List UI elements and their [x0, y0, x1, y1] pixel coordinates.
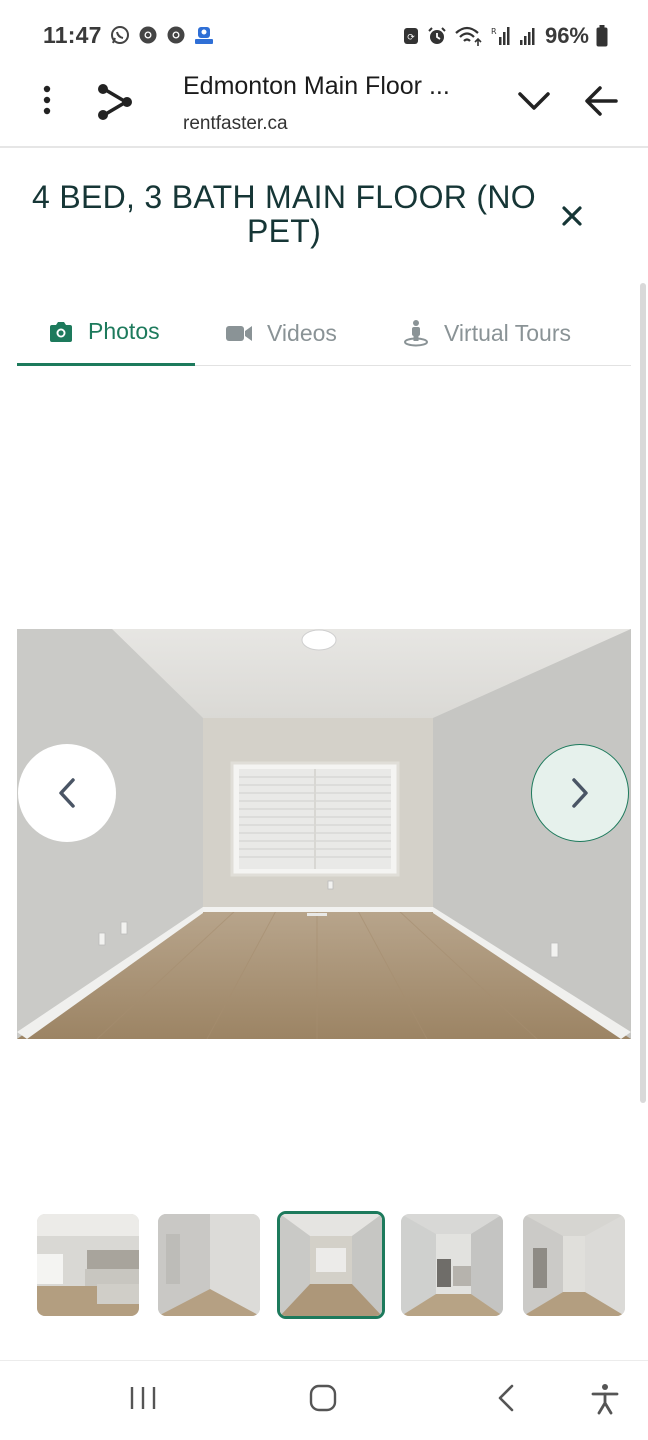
recent-apps-icon	[130, 1387, 156, 1409]
media-tabs: Photos Videos Virtual Tours	[17, 300, 631, 366]
scrollbar[interactable]	[640, 283, 646, 1103]
tab-videos-label: Videos	[267, 319, 337, 346]
share-icon	[98, 84, 132, 120]
thumbnail[interactable]	[158, 1214, 260, 1316]
page-url: rentfaster.ca	[183, 113, 288, 134]
tab-virtual-tours-label: Virtual Tours	[444, 319, 571, 346]
page-title: Edmonton Main Floor ...	[183, 72, 450, 100]
thumbnail-image	[401, 1214, 503, 1316]
camera-icon	[50, 321, 72, 342]
main-photo	[17, 629, 631, 1039]
previous-photo-button[interactable]	[18, 744, 116, 842]
thumbnail-strip	[37, 1211, 637, 1319]
signal-icon	[519, 28, 535, 45]
next-photo-button[interactable]	[531, 744, 629, 842]
more-options-button[interactable]	[30, 84, 64, 118]
home-button[interactable]	[308, 1383, 338, 1418]
close-button[interactable]	[556, 200, 588, 232]
chevron-left-icon	[59, 778, 75, 808]
arrow-left-icon	[585, 86, 618, 116]
room-image	[17, 629, 631, 1039]
system-back-button[interactable]	[492, 1383, 522, 1418]
accessibility-button[interactable]	[590, 1383, 620, 1420]
battery-icon	[596, 25, 608, 47]
app-notification-icon	[195, 27, 213, 44]
thumbnail-image	[280, 1214, 382, 1316]
battery-saver-icon: ⟳	[403, 28, 418, 44]
svg-text:R: R	[491, 27, 497, 36]
accessibility-icon	[591, 1384, 619, 1415]
thumbnail-image	[523, 1214, 625, 1316]
tab-virtual-tours[interactable]: Virtual Tours	[402, 300, 571, 366]
thumbnail-image	[37, 1214, 139, 1316]
video-camera-icon	[226, 326, 252, 341]
tab-photos[interactable]: Photos	[17, 300, 195, 366]
thumbnail[interactable]	[523, 1214, 625, 1316]
thumbnail-image	[158, 1214, 260, 1316]
chevron-right-icon	[572, 778, 588, 808]
thumbnail[interactable]	[401, 1214, 503, 1316]
thumbnail-active[interactable]	[277, 1211, 385, 1319]
tab-photos-label: Photos	[88, 318, 160, 344]
chrome-icon	[139, 26, 157, 44]
status-right: ⟳ R 96%	[402, 23, 608, 49]
back-button[interactable]	[582, 84, 622, 118]
system-navigation-bar	[0, 1360, 648, 1440]
status-time: 11:47	[43, 22, 102, 48]
status-bar: 11:47 ⟳ R 96%	[0, 0, 648, 72]
browser-toolbar: Edmonton Main Floor ... rentfaster.ca	[0, 72, 648, 148]
battery-percent: 96%	[544, 23, 589, 48]
signal-icon: R	[491, 27, 510, 45]
recent-apps-button[interactable]	[128, 1383, 158, 1418]
whatsapp-icon	[111, 26, 129, 44]
chrome-icon	[167, 26, 185, 44]
expand-button[interactable]	[514, 86, 554, 116]
home-icon	[309, 1384, 337, 1412]
svg-text:⟳: ⟳	[407, 33, 415, 43]
thumbnail[interactable]	[37, 1214, 139, 1316]
tab-videos[interactable]: Videos	[225, 300, 337, 366]
close-icon	[562, 206, 582, 226]
back-chevron-icon	[498, 1384, 514, 1412]
chevron-down-icon	[518, 92, 550, 110]
share-button[interactable]	[92, 80, 136, 124]
more-vertical-icon	[43, 85, 51, 115]
listing-title: 4 BED, 3 BATH MAIN FLOOR (NO PET)	[32, 179, 536, 249]
alarm-icon	[428, 27, 446, 44]
notification-icons	[110, 25, 214, 45]
street-view-icon	[404, 320, 428, 347]
wifi-icon	[455, 26, 482, 46]
